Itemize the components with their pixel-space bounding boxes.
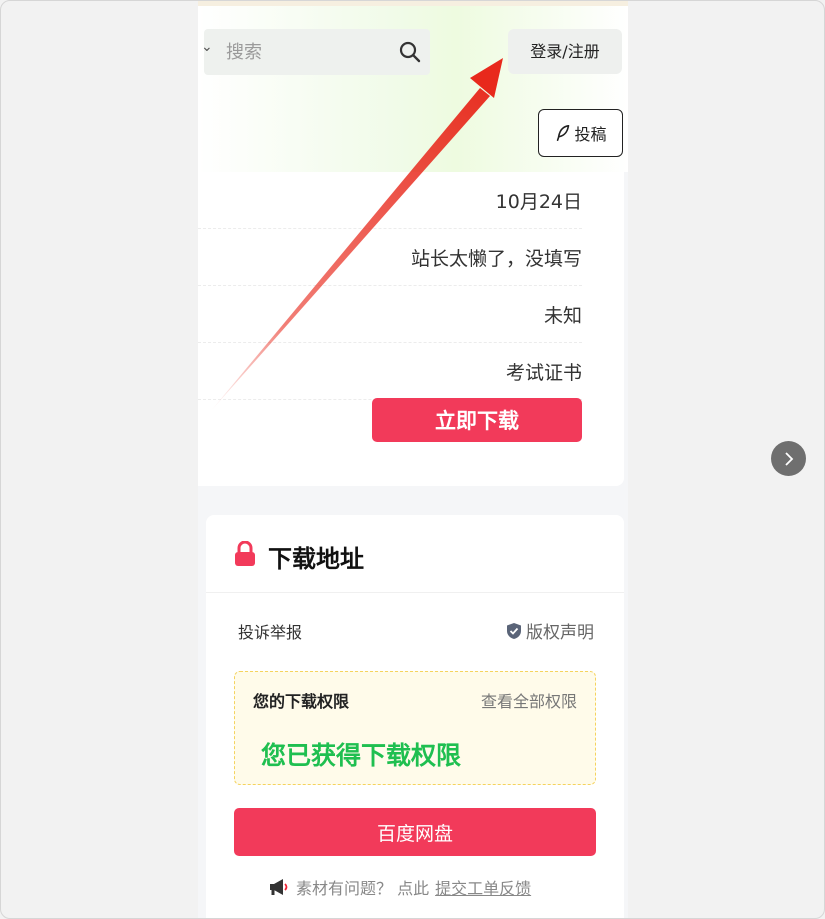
- feather-icon: [557, 124, 570, 142]
- resource-info-card: 10月24日 站长太懒了，没填写 未知 考试证书 立即下载: [198, 172, 624, 486]
- info-row-date: 10月24日: [198, 172, 582, 229]
- post-button[interactable]: 投稿: [538, 109, 623, 157]
- search-box: ⌄: [201, 29, 430, 75]
- screenshot: ⌄ 登录/注册 投稿 10月24日 站长太懒了，没填: [198, 0, 628, 919]
- download-card-header: 下载地址: [206, 515, 624, 593]
- info-value: 未知: [543, 304, 582, 327]
- report-link[interactable]: 投诉举报: [238, 619, 302, 643]
- search-icon[interactable]: [398, 40, 422, 64]
- info-row-source: 未知: [198, 286, 582, 343]
- info-value: 考试证书: [505, 361, 582, 384]
- search-input[interactable]: [226, 37, 386, 67]
- header-top-strip: [198, 0, 628, 6]
- permission-granted-text: 您已获得下载权限: [261, 741, 462, 770]
- download-now-button[interactable]: 立即下载: [372, 398, 582, 442]
- post-label: 投稿: [574, 125, 607, 144]
- feedback-text: 素材有问题？ 点此: [296, 879, 430, 898]
- login-register-button[interactable]: 登录/注册: [508, 29, 622, 74]
- image-viewer: ⌄ 登录/注册 投稿 10月24日 站长太懒了，没填: [0, 0, 825, 919]
- site-header: ⌄ 登录/注册 投稿: [198, 0, 628, 172]
- info-value: 10月24日: [495, 190, 582, 213]
- info-row-category: 考试证书: [198, 343, 582, 400]
- shield-check-icon: [507, 622, 521, 639]
- permission-box: 您的下载权限 查看全部权限 您已获得下载权限: [234, 671, 596, 785]
- view-all-permissions-link[interactable]: 查看全部权限: [481, 688, 577, 712]
- copyright-link[interactable]: 版权声明: [506, 618, 594, 643]
- baidu-pan-button[interactable]: 百度网盘: [234, 808, 596, 856]
- chevron-right-icon: [784, 451, 793, 466]
- download-card: 下载地址 投诉举报 版权声明 您的下载权限 查看全部权限 您已获得下载权限 百度…: [206, 515, 624, 919]
- lock-icon: [235, 541, 255, 566]
- chevron-down-icon[interactable]: ⌄: [201, 39, 213, 55]
- copyright-label: 版权声明: [526, 623, 594, 643]
- download-title: 下载地址: [268, 545, 364, 573]
- submit-ticket-link[interactable]: 提交工单反馈: [435, 875, 531, 899]
- info-row-author: 站长太懒了，没填写: [198, 229, 582, 286]
- info-value: 站长太懒了，没填写: [410, 247, 582, 270]
- megaphone-icon: [270, 879, 288, 895]
- feedback-line: 素材有问题？ 点此 提交工单反馈: [268, 875, 531, 899]
- permission-label: 您的下载权限: [253, 692, 350, 711]
- next-image-button[interactable]: [771, 441, 806, 476]
